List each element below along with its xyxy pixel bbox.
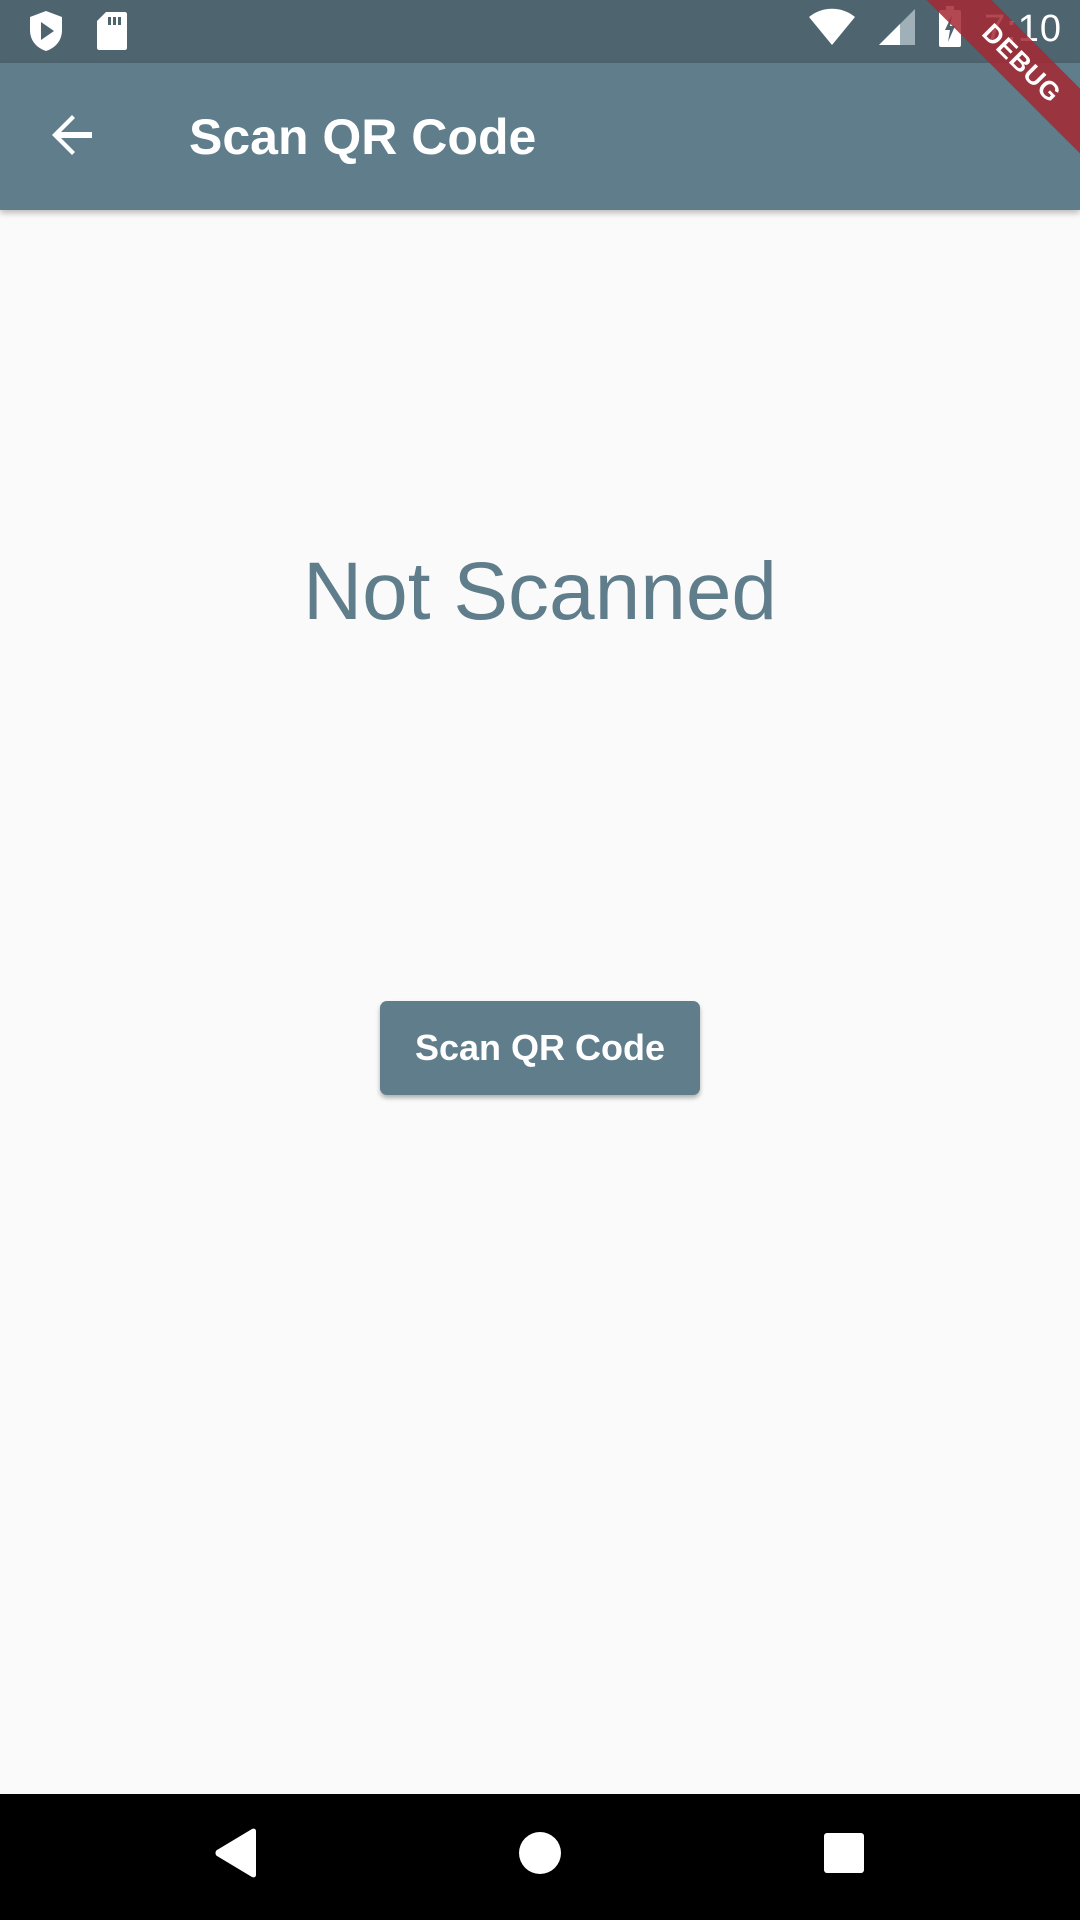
page-title: Scan QR Code <box>189 109 537 165</box>
screen: 7:10 DEBUG Scan QR Code Not Scanned Scan… <box>0 0 1080 1920</box>
home-circle-icon[interactable] <box>518 1828 562 1883</box>
signal-icon <box>878 8 916 51</box>
status-bar: 7:10 <box>0 0 1080 63</box>
sd-card-icon <box>96 11 128 56</box>
recents-square-icon[interactable] <box>823 1828 865 1883</box>
scan-qr-code-button[interactable]: Scan QR Code <box>380 1001 700 1095</box>
play-protect-icon <box>28 10 64 57</box>
wifi-icon <box>808 8 856 51</box>
arrow-back-icon <box>48 111 96 164</box>
back-button[interactable] <box>36 101 108 173</box>
back-triangle-icon[interactable] <box>214 1828 258 1883</box>
app-bar: Scan QR Code <box>0 63 1080 210</box>
scan-result-text: Not Scanned <box>302 546 778 637</box>
navigation-bar <box>0 1794 1080 1920</box>
status-bar-left <box>28 10 128 57</box>
